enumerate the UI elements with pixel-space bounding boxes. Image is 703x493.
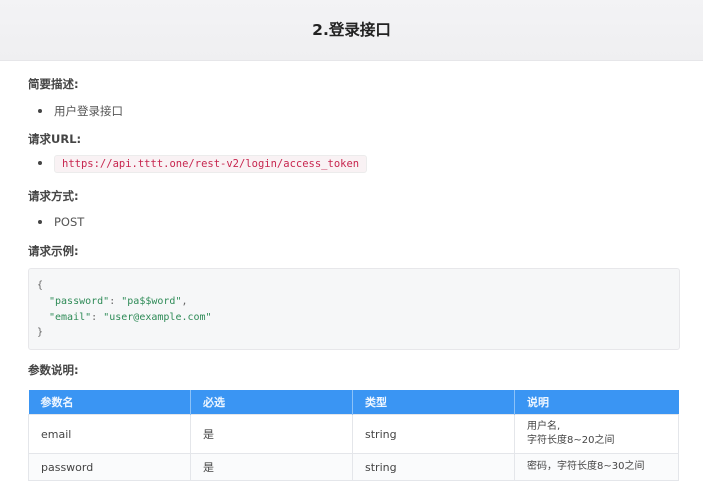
param-desc-line: 用户名, bbox=[527, 421, 561, 432]
table-row: email 是 string 用户名, 字符长度8~20之间 bbox=[28, 414, 679, 454]
table-header-row: 参数名 必选 类型 说明 bbox=[28, 390, 679, 415]
method-text: POST bbox=[54, 215, 85, 229]
table-row: password 是 string 密码，字符长度8~30之间 bbox=[28, 453, 679, 481]
param-desc-line: 密码，字符长度8~30之间 bbox=[527, 461, 645, 472]
url-label: 请求URL: bbox=[28, 132, 82, 146]
param-desc: 用户名, 字符长度8~20之间 bbox=[514, 414, 679, 454]
param-desc-line: 字符长度8~20之间 bbox=[527, 435, 615, 446]
code-line-email: "email": "user@example.com" bbox=[49, 312, 212, 323]
page-header: 2.登录接口 bbox=[0, 0, 703, 61]
param-name: email bbox=[28, 414, 191, 454]
summary-item: 用户登录接口 bbox=[38, 103, 123, 119]
code-open-brace: { bbox=[37, 280, 44, 291]
param-desc: 密码，字符长度8~30之间 bbox=[514, 453, 679, 481]
example-label: 请求示例: bbox=[28, 244, 79, 258]
col-header-name: 参数名 bbox=[28, 390, 191, 415]
col-header-required: 必选 bbox=[190, 390, 353, 415]
col-header-type: 类型 bbox=[352, 390, 515, 415]
method-label: 请求方式: bbox=[28, 189, 79, 203]
code-key-password: "password" bbox=[49, 296, 110, 307]
summary-text: 用户登录接口 bbox=[54, 104, 123, 118]
method-item: POST bbox=[38, 215, 84, 229]
bullet-icon bbox=[38, 219, 42, 224]
param-type: string bbox=[352, 414, 515, 454]
code-key-email: "email" bbox=[49, 312, 92, 323]
summary-label: 简要描述: bbox=[28, 77, 79, 91]
param-name: password bbox=[28, 453, 191, 481]
params-table: 参数名 必选 类型 说明 email 是 string 用户名, 字符长度8~2… bbox=[28, 390, 679, 481]
request-example-codeblock[interactable]: { "password": "pa$$word", "email": "user… bbox=[28, 268, 680, 350]
request-url[interactable]: https://api.tttt.one/rest-v2/login/acces… bbox=[54, 155, 368, 173]
code-close-brace: } bbox=[37, 327, 44, 338]
bullet-icon bbox=[38, 160, 42, 165]
bullet-icon bbox=[38, 108, 42, 113]
code-value-email: "user@example.com" bbox=[103, 312, 212, 323]
code-line-password: "password": "pa$$word", bbox=[49, 296, 188, 307]
param-type: string bbox=[352, 453, 515, 481]
page-title: 2.登录接口 bbox=[312, 21, 391, 39]
param-required: 是 bbox=[190, 414, 353, 454]
url-item: https://api.tttt.one/rest-v2/login/acces… bbox=[38, 155, 368, 173]
params-label: 参数说明: bbox=[28, 363, 79, 377]
col-header-desc: 说明 bbox=[514, 390, 679, 415]
api-doc-page: 2.登录接口 简要描述: 用户登录接口 请求URL: https://api.t… bbox=[0, 0, 703, 493]
param-required: 是 bbox=[190, 453, 353, 481]
code-value-password: "pa$$word" bbox=[121, 296, 182, 307]
